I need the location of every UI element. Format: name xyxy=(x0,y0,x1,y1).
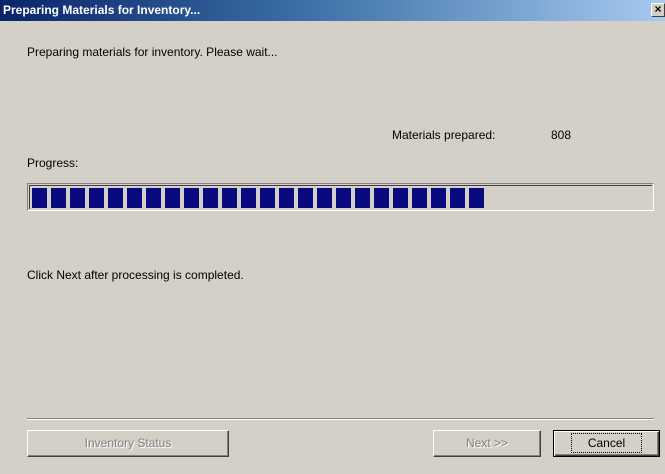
instruction-text: Click Next after processing is completed… xyxy=(27,268,244,282)
close-icon: × xyxy=(654,2,662,16)
progress-label: Progress: xyxy=(27,156,79,170)
materials-prepared-label: Materials prepared: xyxy=(392,128,496,142)
progress-fill xyxy=(32,188,484,208)
window-title: Preparing Materials for Inventory... xyxy=(3,3,201,17)
next-button[interactable]: Next >> xyxy=(433,430,541,457)
title-bar[interactable]: Preparing Materials for Inventory... × xyxy=(0,0,665,21)
cancel-button-label: Cancel xyxy=(570,433,643,453)
progress-bar xyxy=(27,183,654,211)
status-message: Preparing materials for inventory. Pleas… xyxy=(27,45,278,59)
materials-prepared-count: 808 xyxy=(551,128,572,142)
button-separator xyxy=(27,418,654,420)
dialog-window: Preparing Materials for Inventory... × P… xyxy=(0,0,665,474)
cancel-button[interactable]: Cancel xyxy=(553,430,660,457)
progress-bar-inner xyxy=(29,185,652,209)
close-button[interactable]: × xyxy=(651,2,665,17)
inventory-status-button[interactable]: Inventory Status xyxy=(27,430,229,457)
